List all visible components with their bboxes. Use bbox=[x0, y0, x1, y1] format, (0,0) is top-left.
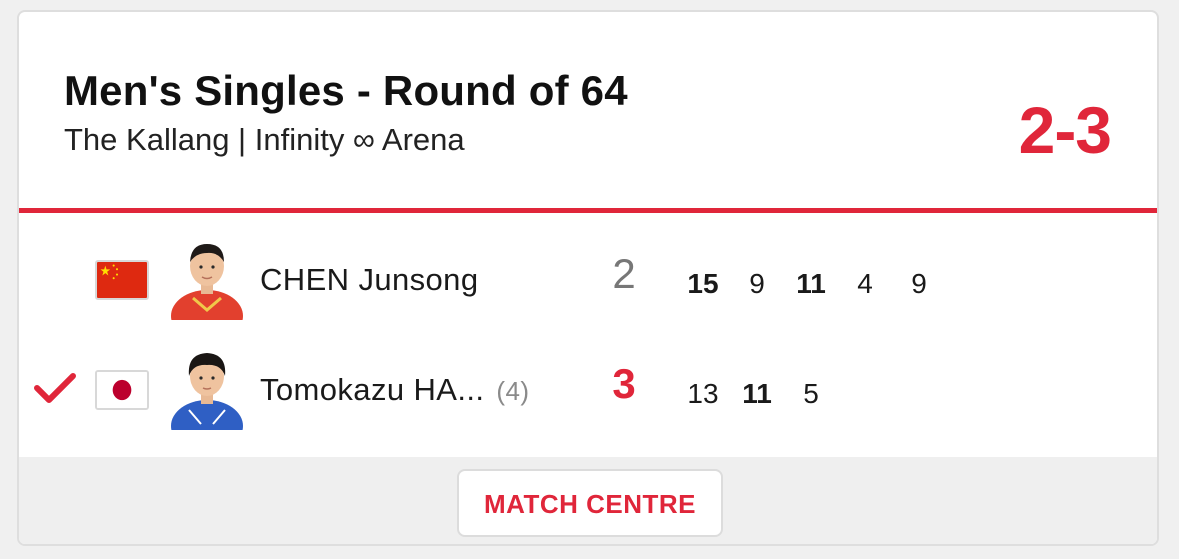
match-centre-button[interactable]: MATCH CENTRE bbox=[457, 469, 723, 537]
match-card: Men's Singles - Round of 64 The Kallang … bbox=[17, 10, 1159, 546]
player-name[interactable]: CHEN Junsong bbox=[260, 262, 478, 298]
player-row-1: CHEN Junsong 2 15 9 11 4 9 bbox=[19, 230, 1157, 320]
player-name[interactable]: Tomokazu HA... (4) bbox=[260, 372, 529, 408]
set-score: 9 bbox=[911, 268, 927, 299]
match-title: Men's Singles - Round of 64 bbox=[64, 67, 628, 114]
set-score: 4 bbox=[857, 268, 873, 299]
set-score: 11 bbox=[742, 378, 772, 409]
player-name-text: CHEN Junsong bbox=[260, 262, 479, 297]
set-score: 9 bbox=[749, 268, 765, 299]
winner-check-icon bbox=[33, 372, 77, 404]
japan-flag-icon bbox=[95, 370, 149, 410]
card-footer: MATCH CENTRE bbox=[19, 457, 1157, 544]
games-won: 3 bbox=[612, 360, 636, 407]
set-score: 11 bbox=[796, 268, 826, 299]
header-divider bbox=[19, 208, 1157, 213]
match-score: 2-3 bbox=[1018, 93, 1112, 167]
player-avatar bbox=[171, 346, 243, 430]
player-row-2: Tomokazu HA... (4) 3 13 11 5 bbox=[19, 340, 1157, 430]
player-name-text: Tomokazu HA... bbox=[260, 372, 485, 407]
set-score: 13 bbox=[687, 378, 719, 409]
player-avatar bbox=[171, 236, 243, 320]
player-seed: (4) bbox=[496, 376, 530, 406]
match-header: Men's Singles - Round of 64 The Kallang … bbox=[19, 12, 1157, 210]
set-score: 15 bbox=[687, 268, 719, 299]
china-flag-icon bbox=[95, 260, 149, 300]
games-won: 2 bbox=[612, 250, 636, 297]
set-score: 5 bbox=[803, 378, 819, 409]
match-venue: The Kallang | Infinity ∞ Arena bbox=[64, 122, 465, 157]
